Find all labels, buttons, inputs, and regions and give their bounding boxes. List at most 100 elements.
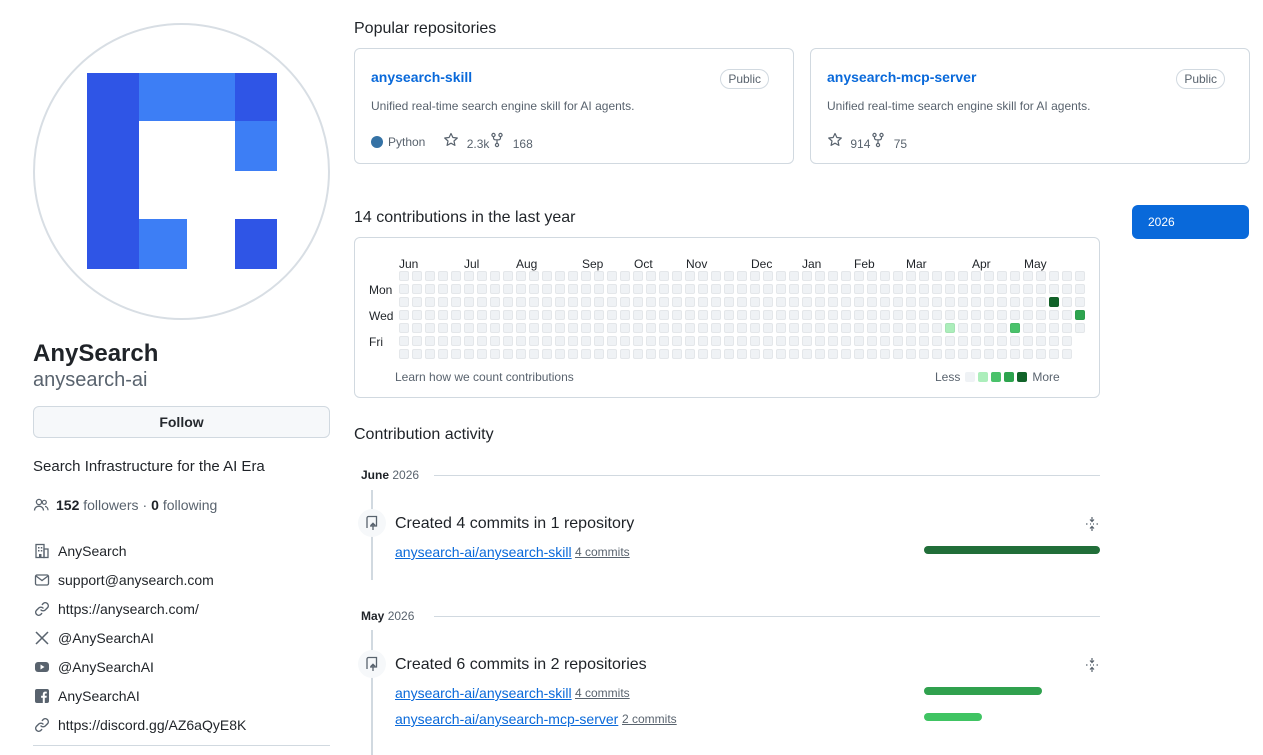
calendar-day[interactable] (711, 271, 721, 281)
calendar-day[interactable] (1023, 323, 1033, 333)
calendar-day[interactable] (672, 284, 682, 294)
calendar-day[interactable] (1062, 336, 1072, 346)
calendar-day[interactable] (659, 310, 669, 320)
calendar-day[interactable] (516, 349, 526, 359)
calendar-day[interactable] (893, 271, 903, 281)
calendar-day[interactable] (646, 271, 656, 281)
calendar-day[interactable] (932, 349, 942, 359)
calendar-day[interactable] (672, 310, 682, 320)
calendar-day[interactable] (672, 271, 682, 281)
calendar-day[interactable] (789, 323, 799, 333)
calendar-day[interactable] (516, 297, 526, 307)
calendar-day[interactable] (646, 297, 656, 307)
calendar-day[interactable] (945, 310, 955, 320)
calendar-day[interactable] (607, 336, 617, 346)
calendar-day[interactable] (1036, 310, 1046, 320)
calendar-day[interactable] (971, 297, 981, 307)
calendar-day[interactable] (620, 271, 630, 281)
calendar-day[interactable] (399, 323, 409, 333)
calendar-day[interactable] (1023, 271, 1033, 281)
calendar-day[interactable] (724, 271, 734, 281)
activity-repo-link[interactable]: anysearch-ai/anysearch-mcp-server (395, 711, 618, 727)
calendar-day[interactable] (542, 336, 552, 346)
calendar-day[interactable] (854, 323, 864, 333)
calendar-day[interactable] (919, 271, 929, 281)
activity-repo-link[interactable]: anysearch-ai/anysearch-skill (395, 544, 572, 560)
calendar-day[interactable] (711, 323, 721, 333)
calendar-day[interactable] (711, 310, 721, 320)
calendar-day[interactable] (659, 336, 669, 346)
calendar-day[interactable] (542, 310, 552, 320)
calendar-day[interactable] (880, 284, 890, 294)
calendar-day[interactable] (880, 297, 890, 307)
calendar-day[interactable] (412, 310, 422, 320)
calendar-day[interactable] (997, 349, 1007, 359)
calendar-day[interactable] (711, 284, 721, 294)
calendar-day[interactable] (802, 284, 812, 294)
repo-stars[interactable]: 914 (827, 132, 870, 151)
calendar-day[interactable] (828, 297, 838, 307)
calendar-day[interactable] (893, 297, 903, 307)
calendar-day[interactable] (737, 336, 747, 346)
calendar-day[interactable] (477, 336, 487, 346)
calendar-day[interactable] (789, 271, 799, 281)
calendar-day[interactable] (958, 310, 968, 320)
calendar-day[interactable] (1036, 284, 1046, 294)
calendar-day[interactable] (542, 297, 552, 307)
calendar-day[interactable] (802, 271, 812, 281)
youtube-link[interactable]: @AnySearchAI (58, 659, 154, 675)
detail-website[interactable]: https://anysearch.com/ (33, 594, 246, 623)
calendar-day[interactable] (802, 336, 812, 346)
calendar-day[interactable] (750, 336, 760, 346)
calendar-day[interactable] (1036, 349, 1046, 359)
calendar-day[interactable] (815, 336, 825, 346)
calendar-day[interactable] (646, 349, 656, 359)
calendar-day[interactable] (1049, 349, 1059, 359)
calendar-day[interactable] (646, 336, 656, 346)
calendar-day[interactable] (997, 284, 1007, 294)
calendar-day[interactable] (555, 323, 565, 333)
calendar-day[interactable] (828, 310, 838, 320)
calendar-day[interactable] (451, 336, 461, 346)
calendar-day[interactable] (451, 323, 461, 333)
calendar-day[interactable] (477, 323, 487, 333)
calendar-day[interactable] (932, 284, 942, 294)
calendar-day[interactable] (1010, 310, 1020, 320)
detail-facebook[interactable]: AnySearchAI (33, 681, 246, 710)
calendar-day[interactable] (919, 336, 929, 346)
calendar-day[interactable] (854, 310, 864, 320)
calendar-day[interactable] (1036, 336, 1046, 346)
calendar-day[interactable] (399, 310, 409, 320)
calendar-day[interactable] (737, 297, 747, 307)
calendar-day[interactable] (997, 271, 1007, 281)
calendar-day[interactable] (724, 284, 734, 294)
calendar-day[interactable] (763, 336, 773, 346)
calendar-day[interactable] (1010, 284, 1020, 294)
calendar-day[interactable] (568, 284, 578, 294)
calendar-day[interactable] (802, 310, 812, 320)
calendar-day[interactable] (555, 271, 565, 281)
calendar-day[interactable] (854, 284, 864, 294)
calendar-day[interactable] (672, 336, 682, 346)
calendar-day[interactable] (607, 297, 617, 307)
calendar-day[interactable] (971, 284, 981, 294)
calendar-day[interactable] (464, 310, 474, 320)
detail-email[interactable]: support@anysearch.com (33, 565, 246, 594)
calendar-day[interactable] (581, 271, 591, 281)
calendar-day[interactable] (555, 349, 565, 359)
calendar-day[interactable] (880, 310, 890, 320)
calendar-day[interactable] (581, 336, 591, 346)
calendar-day[interactable] (971, 349, 981, 359)
calendar-day[interactable] (607, 284, 617, 294)
calendar-day[interactable] (854, 349, 864, 359)
calendar-day[interactable] (789, 349, 799, 359)
calendar-day[interactable] (997, 310, 1007, 320)
calendar-day[interactable] (711, 349, 721, 359)
calendar-day[interactable] (997, 297, 1007, 307)
calendar-day[interactable] (1049, 323, 1059, 333)
calendar-day[interactable] (776, 336, 786, 346)
calendar-day[interactable] (581, 323, 591, 333)
calendar-day[interactable] (399, 336, 409, 346)
calendar-day[interactable] (438, 323, 448, 333)
calendar-day[interactable] (503, 349, 513, 359)
